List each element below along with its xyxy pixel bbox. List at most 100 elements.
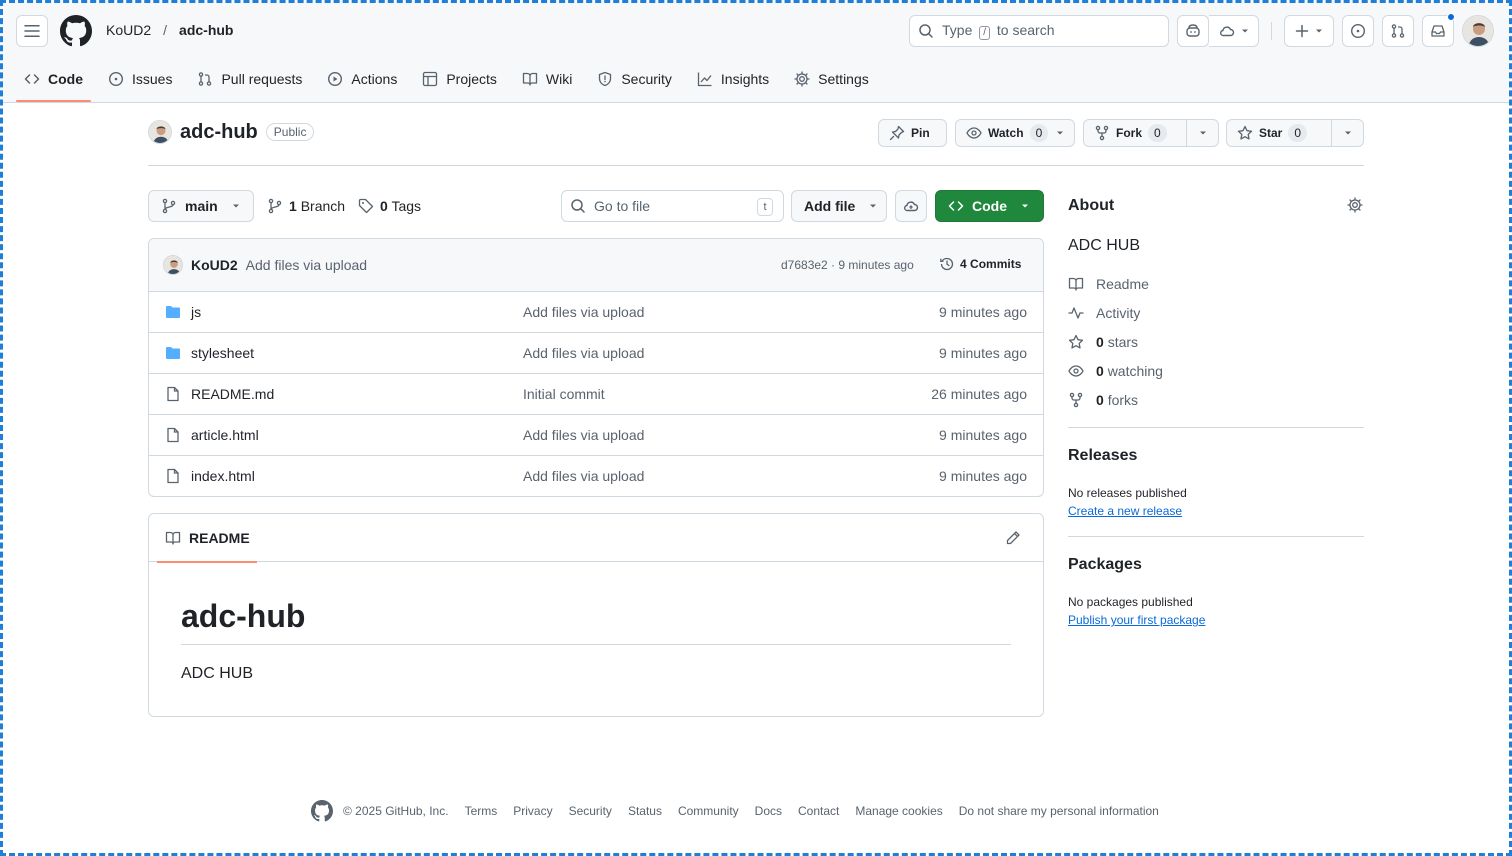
copilot-button[interactable] [1177, 15, 1209, 47]
breadcrumb-repo[interactable]: adc-hub [179, 22, 233, 38]
pulse-icon [1068, 307, 1084, 319]
branches-link[interactable]: 1 Branch [267, 198, 345, 214]
footer-link-terms[interactable]: Terms [465, 804, 498, 818]
create-new-button[interactable] [1284, 15, 1334, 47]
repo-name[interactable]: adc-hub [180, 121, 258, 144]
table-row[interactable]: index.html Add files via upload 9 minute… [149, 456, 1043, 496]
file-name[interactable]: stylesheet [191, 345, 254, 361]
star-dropdown[interactable] [1331, 120, 1363, 146]
footer-link-status[interactable]: Status [628, 804, 662, 818]
star-button[interactable]: Star 0 [1226, 119, 1364, 147]
branch-selector[interactable]: main [148, 190, 254, 222]
footer-link-manage-cookies[interactable]: Manage cookies [855, 804, 942, 818]
packages-title[interactable]: Packages [1068, 556, 1142, 574]
owner-avatar[interactable] [148, 120, 172, 144]
releases-title[interactable]: Releases [1068, 447, 1137, 465]
tab-insights[interactable]: Insights [689, 62, 777, 96]
breadcrumb-owner[interactable]: KoUD2 [106, 22, 151, 38]
github-logo-icon[interactable] [60, 15, 92, 47]
code-icon [948, 201, 964, 211]
readme-link-label: Readme [1096, 276, 1149, 292]
commit-author-avatar[interactable] [163, 255, 183, 275]
stars-link[interactable]: 0 stars [1068, 334, 1138, 350]
tab-wiki[interactable]: Wiki [514, 62, 580, 96]
copilot-dropdown-button[interactable] [1209, 15, 1259, 47]
tag-count: 0 [380, 198, 388, 214]
tab-security[interactable]: Security [589, 62, 680, 96]
add-file-button[interactable]: Add file [791, 190, 887, 222]
watching-label: watching [1107, 363, 1163, 379]
file-commit-message[interactable]: Add files via upload [523, 304, 644, 320]
triangle-down-icon [1316, 29, 1322, 33]
sidebar-divider [1068, 427, 1364, 428]
readme-link[interactable]: Readme [1068, 276, 1149, 292]
search-prefix: Type [942, 22, 973, 38]
table-row[interactable]: README.md Initial commit 26 minutes ago [149, 374, 1043, 415]
tab-pull-requests[interactable]: Pull requests [189, 62, 310, 96]
activity-link[interactable]: Activity [1068, 305, 1140, 321]
git-pull-request-icon [199, 72, 212, 86]
file-name[interactable]: js [191, 304, 201, 320]
codespaces-button[interactable] [895, 190, 927, 222]
pin-label: Pin [911, 126, 930, 140]
file-commit-message[interactable]: Add files via upload [523, 468, 644, 484]
table-row[interactable]: article.html Add files via upload 9 minu… [149, 415, 1043, 456]
footer-link-docs[interactable]: Docs [755, 804, 782, 818]
fork-dropdown[interactable] [1186, 120, 1218, 146]
menu-button[interactable] [16, 15, 48, 47]
tab-actions[interactable]: Actions [319, 62, 405, 96]
pull-requests-shortcut-button[interactable] [1382, 15, 1414, 47]
user-avatar[interactable] [1462, 15, 1494, 47]
footer-link-community[interactable]: Community [678, 804, 739, 818]
table-row[interactable]: stylesheet Add files via upload 9 minute… [149, 333, 1043, 374]
footer-link-security[interactable]: Security [569, 804, 612, 818]
issue-opened-icon [108, 71, 124, 87]
history-icon [940, 257, 954, 271]
inbox-icon [1431, 25, 1445, 37]
tags-link[interactable]: 0 Tags [358, 198, 421, 214]
cloud-icon [904, 201, 919, 212]
code-button[interactable]: Code [935, 190, 1044, 222]
watching-link[interactable]: 0 watching [1068, 363, 1163, 379]
go-to-file-input[interactable]: Go to file t [561, 190, 784, 222]
book-icon [1068, 277, 1084, 291]
table-row[interactable]: js Add files via upload 9 minutes ago [149, 292, 1043, 333]
commit-author[interactable]: KoUD2 [191, 257, 238, 273]
global-search[interactable]: Type / to search [909, 15, 1169, 47]
commit-sha-time[interactable]: d7683e2 · 9 minutes ago [781, 258, 914, 272]
file-commit-message[interactable]: Add files via upload [523, 427, 644, 443]
tab-settings[interactable]: Settings [786, 62, 877, 96]
watch-label: Watch [988, 126, 1024, 140]
publish-package-link[interactable]: Publish your first package [1068, 613, 1205, 627]
github-logo-icon[interactable] [311, 800, 333, 822]
add-file-label: Add file [804, 198, 856, 214]
create-release-link[interactable]: Create a new release [1068, 504, 1182, 518]
file-commit-time: 9 minutes ago [939, 345, 1027, 361]
gear-icon[interactable] [1347, 197, 1363, 213]
readme-tab[interactable]: README [157, 514, 257, 563]
tab-projects[interactable]: Projects [414, 62, 505, 96]
pencil-icon[interactable] [1005, 530, 1021, 546]
visibility-badge: Public [265, 123, 315, 141]
global-header: KoUD2 / adc-hub Type / to search Code Is… [0, 0, 1512, 103]
plus-icon [1295, 24, 1309, 38]
triangle-down-icon [1199, 131, 1206, 135]
file-name[interactable]: article.html [191, 427, 259, 443]
folder-icon [166, 306, 180, 318]
commits-link[interactable]: 4 Commits [939, 256, 1021, 272]
tab-issues[interactable]: Issues [100, 62, 180, 96]
file-name[interactable]: index.html [191, 468, 255, 484]
forks-link[interactable]: 0 forks [1068, 392, 1138, 408]
footer-link-contact[interactable]: Contact [798, 804, 839, 818]
commit-message[interactable]: Add files via upload [246, 257, 367, 273]
footer-link-privacy[interactable]: Privacy [513, 804, 552, 818]
tab-code[interactable]: Code [16, 62, 91, 102]
watch-button[interactable]: Watch 0 [955, 119, 1075, 147]
file-commit-message[interactable]: Initial commit [523, 386, 605, 402]
pin-button[interactable]: Pin [878, 119, 947, 147]
file-commit-message[interactable]: Add files via upload [523, 345, 644, 361]
footer-link-do-not-share[interactable]: Do not share my personal information [959, 804, 1159, 818]
issues-shortcut-button[interactable] [1342, 15, 1374, 47]
file-name[interactable]: README.md [191, 386, 274, 402]
fork-button[interactable]: Fork 0 [1083, 119, 1219, 147]
